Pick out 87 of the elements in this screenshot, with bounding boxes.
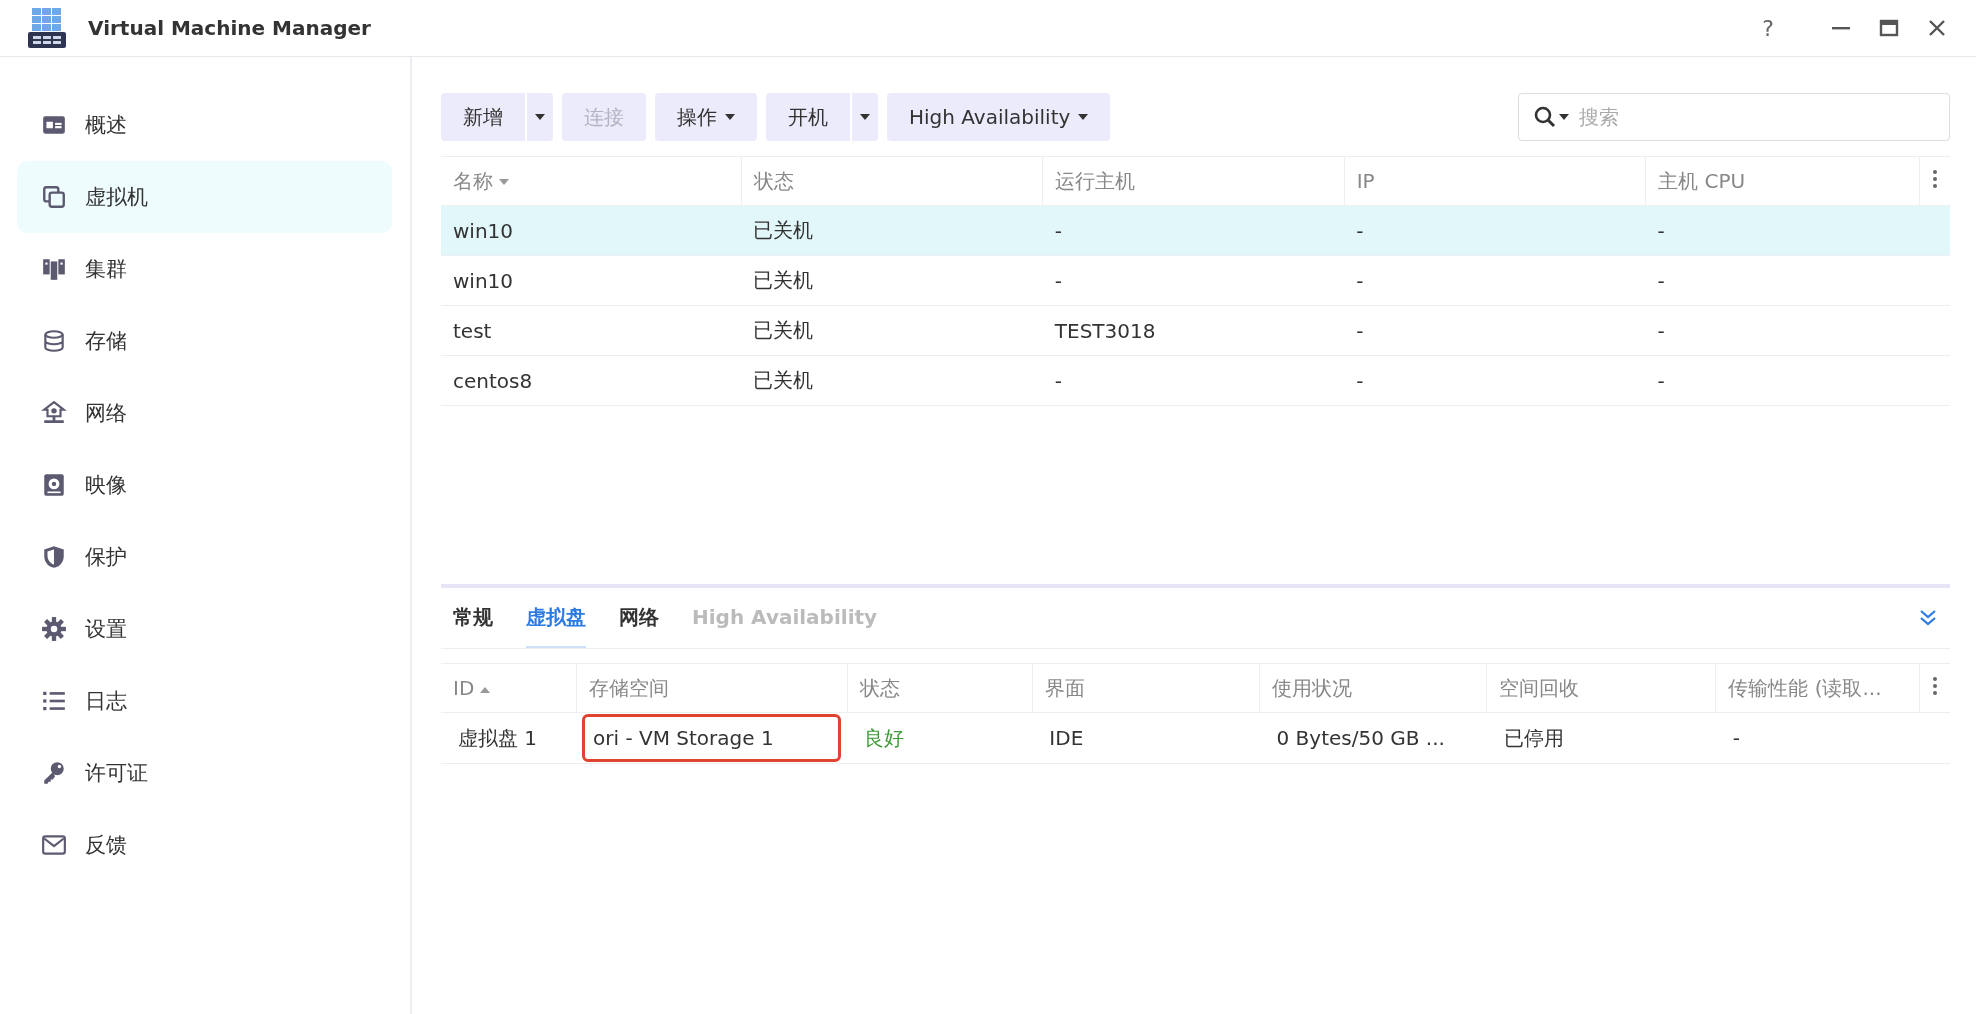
caret-icon (1559, 114, 1569, 120)
column-header[interactable]: ID (453, 676, 475, 700)
table-cell: test (441, 305, 742, 356)
tab[interactable]: 虚拟盘 (526, 588, 586, 648)
table-cell: - (1344, 205, 1646, 256)
column-header[interactable]: 存储空间 (588, 675, 669, 700)
table-cell-text: 虚拟盘 1 (457, 724, 539, 752)
sidebar-item[interactable]: 反馈 (17, 809, 392, 881)
column-header[interactable]: 状态 (753, 168, 794, 193)
app-logo (28, 8, 66, 48)
table-cell: - (1645, 255, 1920, 306)
window-title: Virtual Machine Manager (88, 16, 372, 40)
table-cell: TEST3018 (1042, 305, 1345, 356)
table-cell: - (1344, 355, 1646, 406)
column-header[interactable]: 主机 CPU (1658, 168, 1746, 193)
tab[interactable]: 常规 (453, 588, 493, 648)
network-icon (41, 400, 67, 426)
sidebar-item[interactable]: 保护 (17, 521, 392, 593)
table-cell: - (1042, 205, 1345, 256)
table-cell-text: 已停用 (1502, 724, 1565, 752)
sidebar-item[interactable]: 映像 (17, 449, 392, 521)
key-icon (41, 760, 67, 786)
table-cell: - (1645, 305, 1920, 356)
toolbar-button[interactable]: 开机 (766, 93, 850, 141)
table-row[interactable]: centos8 已关机 - - - (441, 355, 1950, 406)
table-cell: win10 (441, 205, 742, 256)
table-cell: - (1042, 255, 1345, 306)
more-icon[interactable] (1932, 168, 1939, 189)
shield-icon (41, 544, 67, 570)
tab[interactable]: 网络 (619, 588, 659, 648)
table-cell: - (1344, 255, 1646, 306)
caret-icon (860, 114, 870, 120)
table-cell: - (1645, 355, 1920, 406)
maximize-icon[interactable] (1878, 17, 1900, 39)
table-cell: ori - VM Storage 1 (582, 714, 842, 762)
sidebar-item[interactable]: 概述 (17, 89, 392, 161)
sidebar-item[interactable]: 虚拟机 (17, 161, 392, 233)
settings-icon (41, 616, 67, 642)
table-cell: 已关机 (741, 255, 1043, 306)
column-header[interactable]: 状态 (859, 675, 900, 700)
table-cell: 已关机 (741, 305, 1043, 356)
table-cell: 已关机 (741, 355, 1043, 406)
table-row[interactable]: win10 已关机 - - - (441, 205, 1950, 256)
sidebar-item[interactable]: 日志 (17, 665, 392, 737)
sidebar-item[interactable]: 存储 (17, 305, 392, 377)
sidebar-item[interactable]: 设置 (17, 593, 392, 665)
table-cell: centos8 (441, 355, 742, 406)
column-header[interactable]: 界面 (1044, 675, 1085, 700)
dropdown-button[interactable] (852, 93, 878, 141)
table-cell: 已关机 (741, 205, 1043, 256)
column-header[interactable]: 空间回收 (1499, 675, 1580, 700)
table-row[interactable]: 虚拟盘 1 ori - VM Storage 1 良好 IDE 0 Bytes/50 GB ... 已停用 - (441, 712, 1950, 764)
sort-down-icon (499, 179, 509, 185)
caret-icon (535, 114, 545, 120)
dropdown-button[interactable] (527, 93, 553, 141)
table-row[interactable]: win10 已关机 - - - (441, 255, 1950, 306)
search-input[interactable]: 搜索 (1577, 104, 1949, 130)
column-header[interactable]: 运行主机 (1055, 168, 1136, 193)
toolbar-button[interactable]: 新增 (441, 93, 525, 141)
sidebar-item[interactable]: 集群 (17, 233, 392, 305)
column-header[interactable]: 使用状况 (1272, 675, 1352, 700)
table-cell: win10 (441, 255, 742, 306)
database-icon (41, 328, 67, 354)
mail-icon (41, 832, 67, 858)
more-icon[interactable] (1932, 675, 1939, 696)
column-header[interactable]: 名称 (453, 168, 493, 193)
menu-button[interactable]: High Availability (887, 93, 1111, 141)
table-row[interactable]: test 已关机 TEST3018 - - (441, 305, 1950, 356)
table-cell: - (1344, 305, 1646, 356)
search-field[interactable]: 搜索 (1518, 93, 1950, 141)
help-button[interactable]: ? (1762, 15, 1774, 41)
servers-icon (41, 256, 67, 282)
table-cell-text: 良好 (863, 724, 906, 752)
copy-icon (41, 184, 67, 210)
table-cell: - (1645, 205, 1920, 256)
table-cell-text: IDE (1048, 725, 1085, 752)
search-icon (1533, 105, 1557, 129)
sort-up-icon (480, 686, 491, 693)
sidebar-item[interactable]: 网络 (17, 377, 392, 449)
column-header[interactable]: IP (1356, 169, 1375, 193)
table-cell-text: - (1731, 725, 1741, 752)
table-cell: - (1042, 355, 1345, 406)
sidebar-item[interactable]: 许可证 (17, 737, 392, 809)
caret-icon (725, 114, 735, 120)
table-cell-text: 0 Bytes/50 GB ... (1275, 725, 1446, 752)
caret-icon (1078, 114, 1089, 120)
menu-button[interactable]: 操作 (655, 93, 757, 141)
